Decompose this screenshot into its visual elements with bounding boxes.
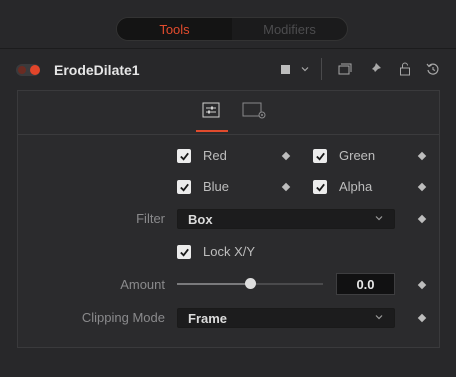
view-icon[interactable] [336,60,354,78]
red-label: Red [203,148,227,163]
amount-input[interactable]: 0.0 [336,273,395,295]
settings-icon[interactable] [242,102,268,125]
tab-tools[interactable]: Tools [117,18,232,40]
color-swatch-icon[interactable] [276,60,294,78]
active-tab-indicator [196,130,228,132]
chevron-down-icon [374,312,384,325]
filter-select[interactable]: Box [177,209,395,229]
clipping-mode-select[interactable]: Frame [177,308,395,328]
chevron-down-icon [374,213,384,226]
controls-icon[interactable] [202,102,220,123]
alpha-label: Alpha [339,179,373,194]
green-checkbox[interactable] [313,149,327,163]
filter-value: Box [188,211,213,227]
blue-checkbox[interactable] [177,180,191,194]
blue-label: Blue [203,179,230,194]
reset-icon[interactable] [424,60,442,78]
amount-label: Amount [120,277,165,292]
green-label: Green [339,148,376,163]
chevron-down-icon[interactable] [296,60,314,78]
clipping-mode-label: Clipping Mode [81,310,165,325]
toggle-on-dot [30,65,40,75]
amount-slider-fill [177,283,251,285]
header-separator [321,58,322,80]
panel-tab-separator [18,134,439,135]
pin-icon[interactable] [366,60,384,78]
amount-slider-handle[interactable] [245,278,256,289]
divider [0,48,456,49]
clipping-mode-value: Frame [188,310,228,326]
filter-label: Filter [136,211,165,226]
tool-name: ErodeDilate1 [54,62,140,78]
lock-xy-label: Lock X/Y [203,244,256,259]
alpha-checkbox[interactable] [313,180,327,194]
tab-modifiers[interactable]: Modifiers [232,18,347,40]
red-checkbox[interactable] [177,149,191,163]
toggle-off-dot [18,66,26,74]
lock-icon[interactable] [396,60,414,78]
lock-xy-checkbox[interactable] [177,245,191,259]
tool-tabs: Tools Modifiers [116,17,348,41]
